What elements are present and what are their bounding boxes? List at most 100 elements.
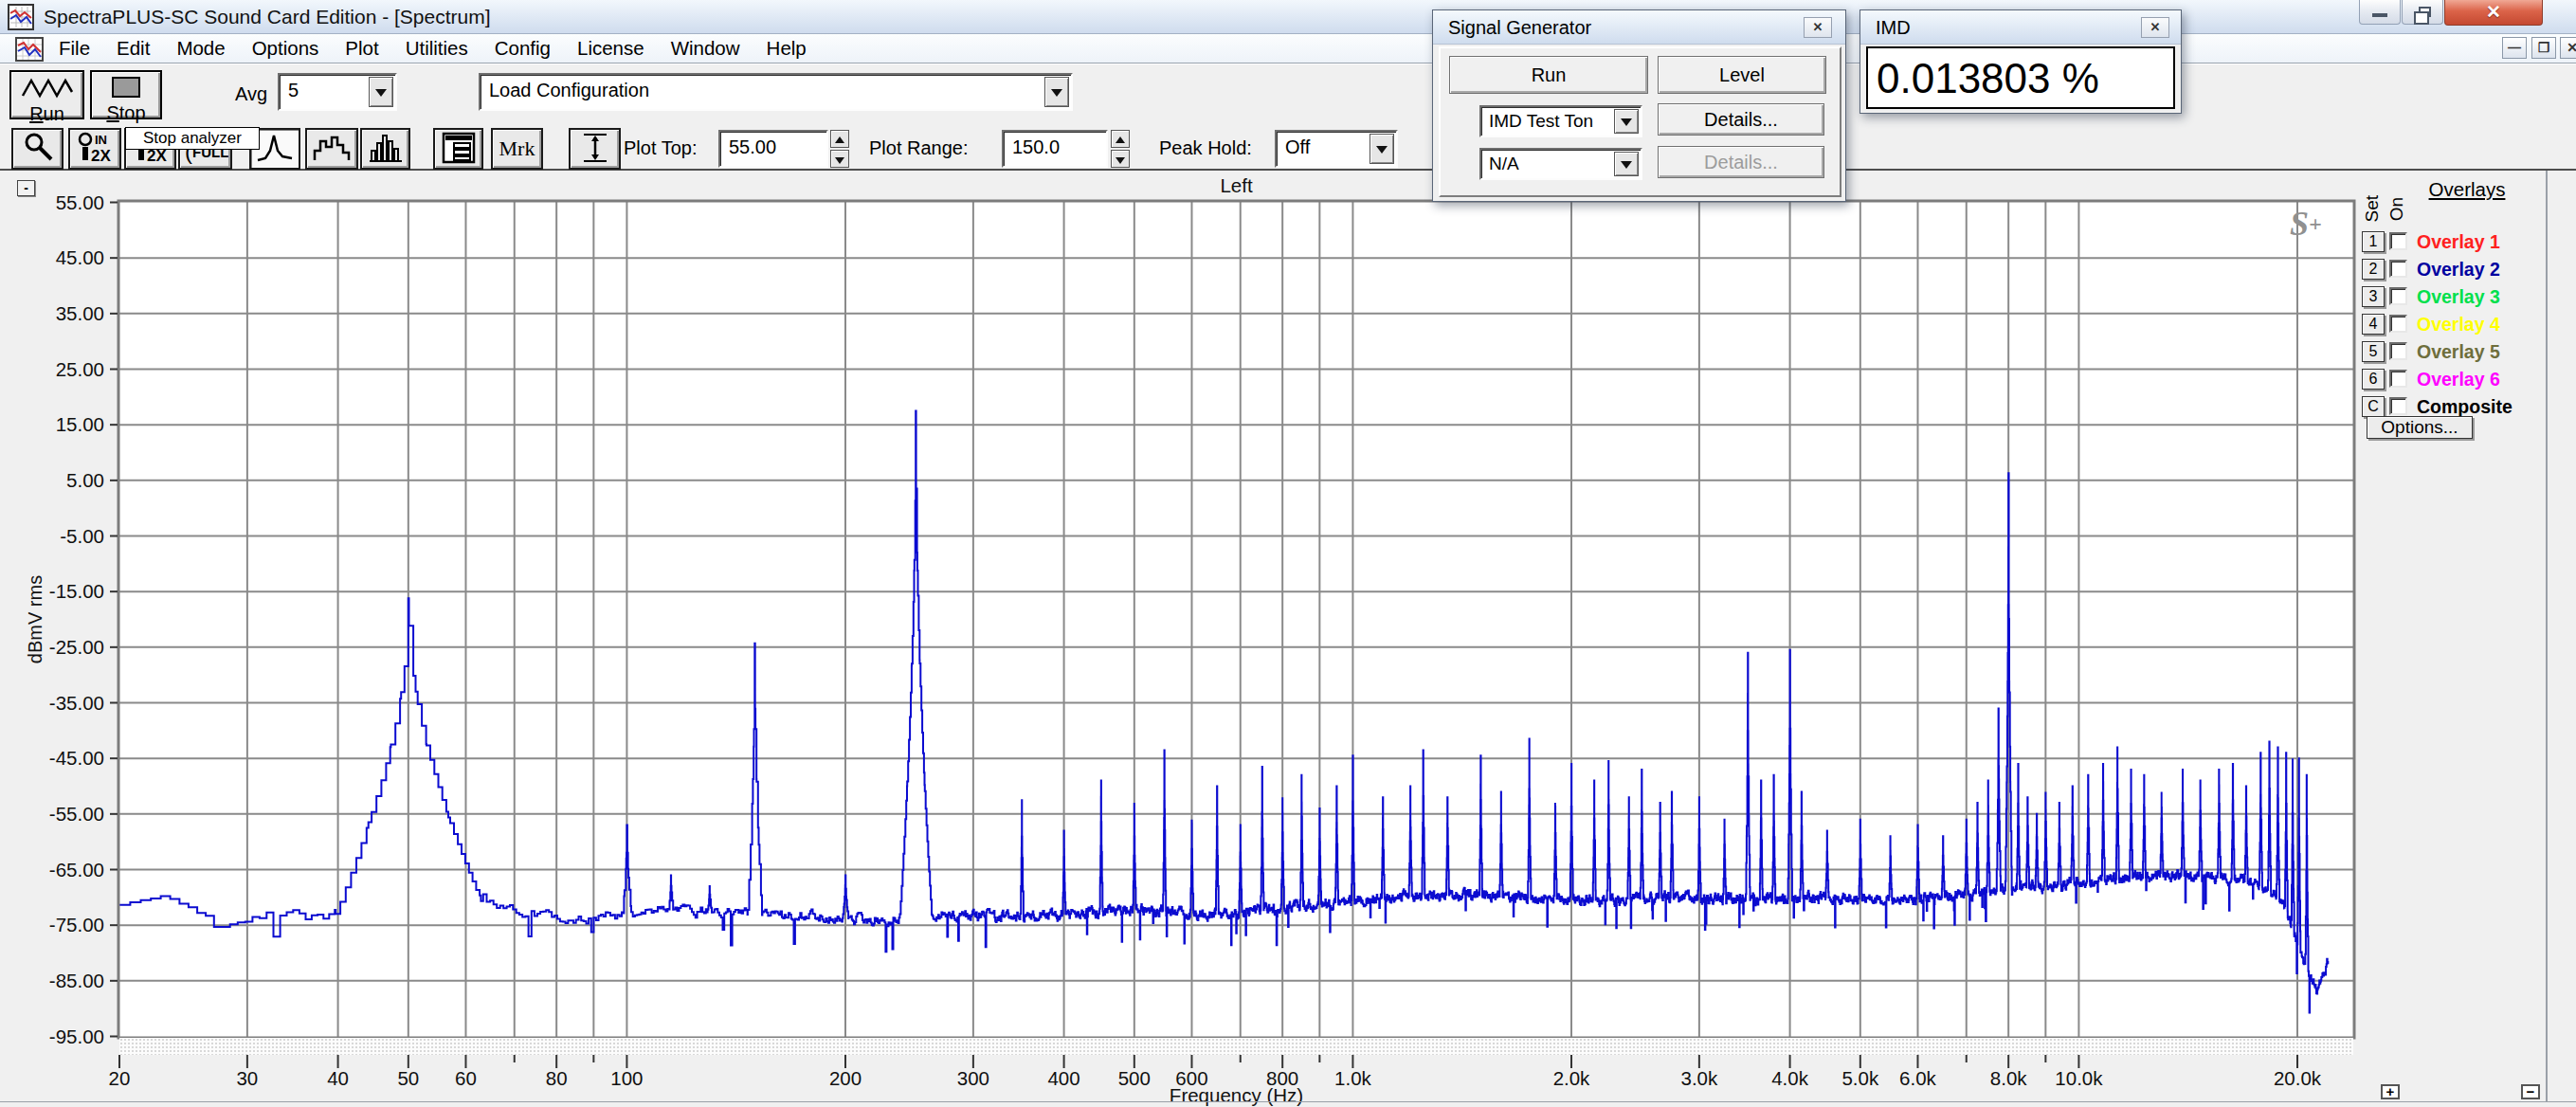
overlay-set-button-4[interactable]: 4 bbox=[2362, 314, 2385, 335]
spectrum-step-view-button[interactable] bbox=[305, 128, 358, 170]
overlay-on-checkbox-C[interactable] bbox=[2389, 397, 2407, 415]
step-curve-icon bbox=[311, 130, 353, 166]
svg-text:30: 30 bbox=[236, 1067, 258, 1089]
menu-plot[interactable]: Plot bbox=[332, 34, 391, 63]
overlay-label-1: Overlay 1 bbox=[2417, 231, 2500, 253]
channel-label: Left bbox=[1220, 174, 1252, 196]
zoom-button[interactable] bbox=[11, 128, 63, 170]
overlay-on-checkbox-4[interactable] bbox=[2389, 315, 2407, 333]
stop-label: Stop bbox=[92, 102, 160, 124]
overlays-options-button[interactable]: Options... bbox=[2367, 416, 2473, 439]
menu-license[interactable]: License bbox=[564, 34, 658, 63]
spectrum-curve-icon bbox=[254, 130, 296, 166]
mdi-minimize-button[interactable]: — bbox=[2502, 37, 2527, 59]
plot-top-spin-down[interactable] bbox=[830, 150, 849, 168]
close-icon: ✕ bbox=[2445, 0, 2542, 25]
overlay-on-checkbox-3[interactable] bbox=[2389, 287, 2407, 305]
plot-top-spinner[interactable] bbox=[830, 130, 849, 168]
generator-level-button[interactable]: Level bbox=[1658, 56, 1826, 94]
generator-run-button[interactable]: Run bbox=[1449, 56, 1648, 94]
overlay-set-button-3[interactable]: 3 bbox=[2362, 286, 2385, 307]
menu-config[interactable]: Config bbox=[481, 34, 564, 63]
overlay-set-button-2[interactable]: 2 bbox=[2362, 259, 2385, 280]
title-bar: SpectraPLUS-SC Sound Card Edition - [Spe… bbox=[0, 0, 2576, 34]
load-configuration-arrow-icon[interactable] bbox=[1044, 77, 1069, 107]
panel-divider bbox=[2546, 171, 2548, 1102]
signal-generator-title: Signal Generator bbox=[1448, 17, 1591, 39]
generator-details2-button[interactable]: Details... bbox=[1658, 146, 1824, 178]
load-configuration-combo[interactable]: Load Configuration bbox=[479, 73, 1073, 111]
menu-options[interactable]: Options bbox=[239, 34, 333, 63]
generator-waveform2-combo[interactable]: N/A bbox=[1479, 148, 1642, 180]
overlay-on-checkbox-5[interactable] bbox=[2389, 342, 2407, 360]
zoom-plus-button[interactable]: + bbox=[2381, 1084, 2400, 1099]
collapse-plot-button[interactable]: - bbox=[17, 180, 35, 196]
svg-text:20.0k: 20.0k bbox=[2274, 1067, 2322, 1089]
mdi-restore-button[interactable]: ❐ bbox=[2531, 37, 2556, 59]
scale-button[interactable] bbox=[569, 128, 621, 170]
close-button[interactable]: ✕ bbox=[2444, 0, 2543, 26]
avg-combo-arrow-icon[interactable] bbox=[369, 77, 393, 107]
menu-mode[interactable]: Mode bbox=[163, 34, 238, 63]
svg-text:20: 20 bbox=[109, 1067, 131, 1089]
overlay-set-button-1[interactable]: 1 bbox=[2362, 231, 2385, 252]
avg-combo[interactable]: 5 bbox=[278, 73, 397, 111]
svg-text:6.0k: 6.0k bbox=[1899, 1067, 1936, 1089]
x-axis-title: Frequency (Hz) bbox=[1170, 1084, 1303, 1106]
control-panel-button[interactable] bbox=[433, 128, 483, 170]
overlay-set-button-6[interactable]: 6 bbox=[2362, 369, 2385, 390]
menu-window[interactable]: Window bbox=[658, 34, 753, 63]
zoom-minus-button[interactable]: − bbox=[2521, 1084, 2540, 1099]
imd-close-button[interactable]: ✕ bbox=[2141, 17, 2169, 38]
zoom-in-2x-button[interactable]: IN 2X bbox=[68, 128, 121, 170]
horizontal-scrollbar[interactable] bbox=[119, 1038, 2353, 1055]
plot-range-spin-down[interactable] bbox=[1111, 150, 1130, 168]
menu-file[interactable]: File bbox=[45, 34, 103, 63]
svg-text:2X: 2X bbox=[91, 147, 111, 165]
overlay-on-checkbox-2[interactable] bbox=[2389, 260, 2407, 278]
overlay-label-5: Overlay 5 bbox=[2417, 341, 2500, 363]
plot-range-spinner[interactable] bbox=[1111, 130, 1130, 168]
peak-hold-arrow-icon[interactable] bbox=[1370, 134, 1394, 164]
svg-text:10.0k: 10.0k bbox=[2055, 1067, 2103, 1089]
plot-top-label: Plot Top: bbox=[624, 137, 697, 159]
bar-graph-view-button[interactable] bbox=[360, 128, 410, 170]
svg-text:200: 200 bbox=[829, 1067, 862, 1089]
restore-button[interactable] bbox=[2402, 0, 2443, 25]
marker-button[interactable]: Mrk bbox=[491, 128, 543, 170]
peak-hold-combo[interactable]: Off bbox=[1275, 130, 1398, 168]
mdi-close-button[interactable]: ✕ bbox=[2560, 37, 2576, 59]
marker-label: Mrk bbox=[493, 130, 541, 168]
plot-range-value: 150.0 bbox=[1012, 136, 1060, 158]
run-label-rest: un bbox=[44, 103, 64, 124]
menu-help[interactable]: Help bbox=[753, 34, 820, 63]
overlay-set-button-C[interactable]: C bbox=[2362, 396, 2385, 417]
generator-details1-button[interactable]: Details... bbox=[1658, 103, 1824, 136]
svg-text:400: 400 bbox=[1047, 1067, 1079, 1089]
generator-waveform1-combo[interactable]: IMD Test Ton bbox=[1479, 105, 1642, 137]
imd-display: 0.013803 % bbox=[1866, 46, 2175, 109]
svg-text:2.0k: 2.0k bbox=[1553, 1067, 1590, 1089]
minimize-button[interactable] bbox=[2359, 0, 2401, 25]
generator-waveform2-arrow-icon[interactable] bbox=[1614, 152, 1639, 176]
signal-generator-titlebar[interactable]: Signal Generator ✕ bbox=[1433, 10, 1845, 45]
plot-range-spin-up[interactable] bbox=[1111, 130, 1130, 148]
menu-utilities[interactable]: Utilities bbox=[392, 34, 481, 63]
imd-titlebar[interactable]: IMD ✕ bbox=[1860, 10, 2181, 45]
overlay-on-checkbox-6[interactable] bbox=[2389, 370, 2407, 388]
bar-graph-icon bbox=[366, 130, 406, 166]
plot-range-field[interactable]: 150.0 bbox=[1002, 130, 1108, 168]
tooltip: Stop analyzer bbox=[125, 127, 260, 150]
overlay-set-button-5[interactable]: 5 bbox=[2362, 341, 2385, 362]
run-button[interactable]: Run bbox=[9, 70, 84, 119]
svg-text:-95.00: -95.00 bbox=[49, 1025, 104, 1047]
menu-edit[interactable]: Edit bbox=[103, 34, 163, 63]
generator-waveform1-arrow-icon[interactable] bbox=[1614, 109, 1639, 134]
signal-generator-close-button[interactable]: ✕ bbox=[1804, 17, 1832, 38]
svg-text:15.00: 15.00 bbox=[56, 413, 104, 435]
plot-top-field[interactable]: 55.00 bbox=[718, 130, 828, 168]
stop-button[interactable]: Stop bbox=[90, 70, 162, 119]
overlay-on-checkbox-1[interactable] bbox=[2389, 232, 2407, 250]
plot-top-spin-up[interactable] bbox=[830, 130, 849, 148]
svg-text:-45.00: -45.00 bbox=[49, 747, 104, 769]
